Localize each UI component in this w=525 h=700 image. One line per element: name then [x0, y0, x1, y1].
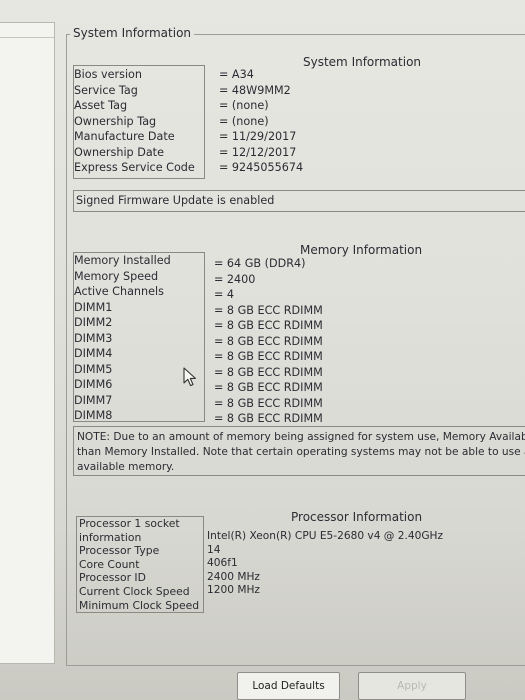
dimm8-value: = 8 GB ECC RDIMM	[214, 412, 323, 425]
memory-note-line-3: available memory.	[77, 461, 175, 473]
memory-info-values: = 64 GB (DDR4) = 2400 = 4 = 8 GB ECC RDI…	[214, 256, 323, 427]
memory-speed-value: = 2400	[214, 272, 256, 286]
settings-tree-pane[interactable]	[0, 22, 55, 664]
processor-info-values: Intel(R) Xeon(R) CPU E5-2680 v4 @ 2.40GH…	[207, 530, 443, 598]
dimm4-label: DIMM4	[74, 347, 113, 360]
processor-id-value: 406f1	[207, 557, 238, 570]
bios-version-label: Bios version	[74, 68, 142, 81]
processor-type-label: Processor Type	[79, 544, 160, 558]
system-info-labels: Bios version Service Tag Asset Tag Owner…	[74, 67, 204, 176]
panel-title: System Information	[70, 26, 195, 40]
processor-type-value: Intel(R) Xeon(R) CPU E5-2680 v4 @ 2.40GH…	[207, 530, 444, 542]
dimm1-label: DIMM1	[74, 300, 113, 314]
minimum-clock-speed-value: 1200 MHz	[207, 584, 260, 597]
asset-tag-value: = (none)	[219, 99, 269, 112]
service-tag-value: = 48W9MM2	[219, 83, 291, 97]
memory-installed-label: Memory Installed	[74, 254, 171, 267]
core-count-label: Core Count	[79, 557, 140, 571]
settings-tree-selected-item[interactable]	[0, 23, 54, 38]
ownership-date-label: Ownership Date	[74, 145, 164, 159]
manufacture-date-label: Manufacture Date	[74, 130, 175, 143]
ownership-tag-value: = (none)	[219, 114, 269, 128]
dimm3-label: DIMM3	[74, 331, 113, 345]
ownership-tag-label: Ownership Tag	[74, 114, 157, 128]
dimm7-value: = 8 GB ECC RDIMM	[214, 396, 323, 410]
firmware-update-status: Signed Firmware Update is enabled	[73, 190, 525, 212]
current-clock-speed-label: Current Clock Speed	[79, 584, 190, 598]
load-defaults-button[interactable]: Load Defaults	[237, 672, 340, 700]
dimm2-label: DIMM2	[74, 316, 113, 329]
asset-tag-label: Asset Tag	[74, 99, 128, 112]
memory-note-line-2: than Memory Installed. Note that certain…	[77, 446, 525, 458]
memory-note-line-1: NOTE: Due to an amount of memory being a…	[77, 431, 525, 443]
dimm4-value: = 8 GB ECC RDIMM	[214, 350, 323, 363]
express-service-code-label: Express Service Code	[74, 161, 195, 174]
system-information-heading: System Information	[303, 55, 422, 69]
ownership-date-value: = 12/12/2017	[219, 145, 297, 159]
processor-information-heading: Processor Information	[291, 510, 423, 524]
memory-installed-value: = 64 GB (DDR4)	[214, 257, 306, 270]
mouse-pointer-icon	[183, 367, 196, 387]
apply-button[interactable]: Apply	[358, 672, 466, 700]
dimm1-value: = 8 GB ECC RDIMM	[214, 303, 323, 317]
dimm7-label: DIMM7	[74, 393, 113, 407]
memory-speed-label: Memory Speed	[74, 269, 159, 283]
core-count-value: 14	[207, 543, 221, 556]
active-channels-value: = 4	[214, 288, 235, 301]
dimm3-value: = 8 GB ECC RDIMM	[214, 334, 323, 348]
dimm8-label: DIMM8	[74, 409, 113, 422]
processor-socket-label: Processor 1 socket information	[79, 517, 180, 544]
service-tag-label: Service Tag	[74, 83, 138, 97]
dimm5-value: = 8 GB ECC RDIMM	[214, 365, 323, 379]
dimm2-value: = 8 GB ECC RDIMM	[214, 319, 323, 332]
memory-note: NOTE: Due to an amount of memory being a…	[73, 426, 525, 476]
current-clock-speed-value: 2400 MHz	[207, 570, 260, 583]
bios-version-value: = A34	[219, 68, 254, 81]
system-info-values: = A34 = 48W9MM2 = (none) = (none) = 11/2…	[219, 67, 303, 176]
manufacture-date-value: = 11/29/2017	[219, 130, 297, 143]
active-channels-label: Active Channels	[74, 285, 164, 298]
memory-information-heading: Memory Information	[300, 243, 423, 257]
minimum-clock-speed-label: Minimum Clock Speed	[79, 598, 200, 612]
processor-id-label: Processor ID	[79, 571, 146, 585]
processor-info-labels: Processor 1 socket information Processor…	[76, 516, 204, 614]
bios-screen: System Information System Information Bi…	[0, 0, 525, 700]
express-service-code-value: = 9245055674	[219, 161, 304, 174]
dimm6-value: = 8 GB ECC RDIMM	[214, 381, 323, 394]
memory-info-labels: Memory Installed Memory Speed Active Cha…	[74, 253, 204, 424]
